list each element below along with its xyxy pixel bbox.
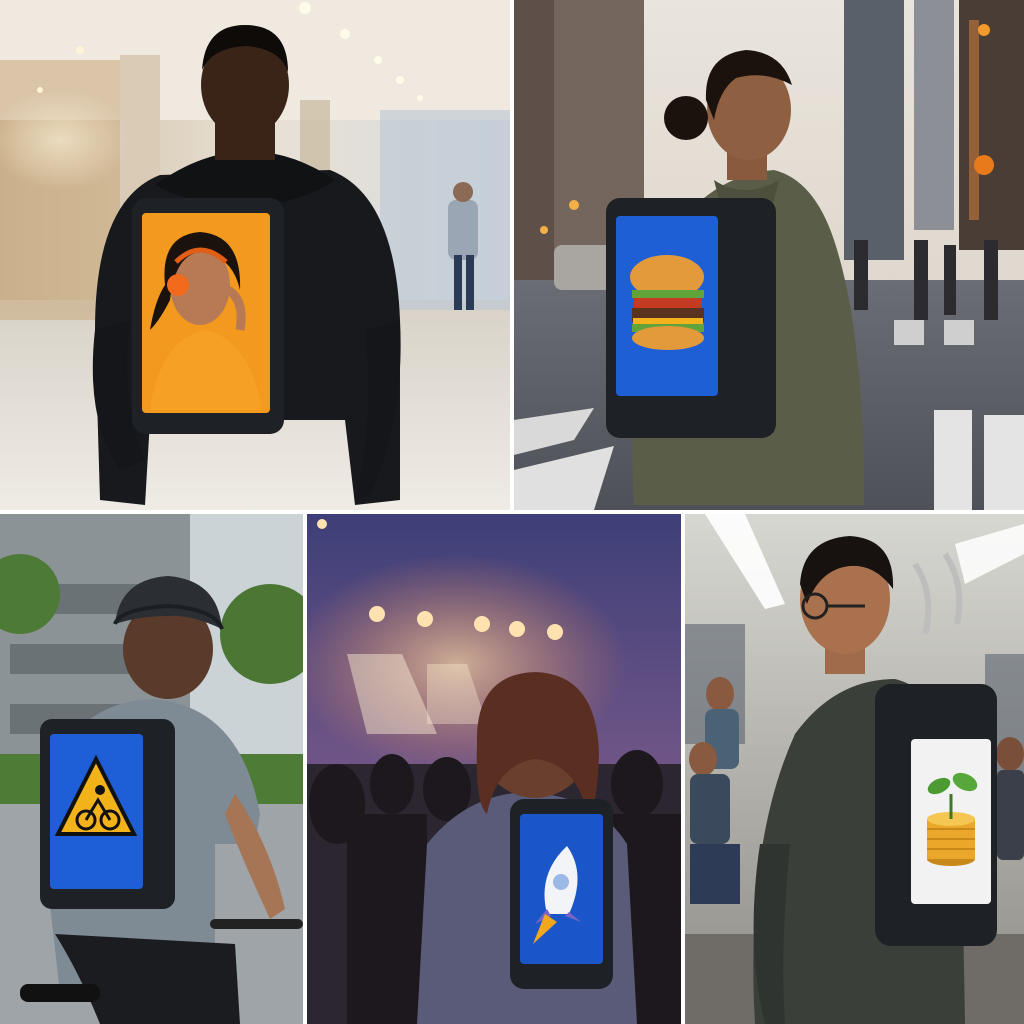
- street-scene: [514, 0, 1024, 510]
- panel-concert: [307, 514, 681, 1024]
- cyclist-scene: [0, 514, 303, 1024]
- photo-collage: [0, 0, 1024, 1024]
- mall-scene: [0, 0, 510, 510]
- panel-subway: [685, 514, 1024, 1024]
- panel-mall: [0, 0, 510, 510]
- subway-scene: [685, 514, 1024, 1024]
- panel-cyclist: [0, 514, 303, 1024]
- panel-street: [514, 0, 1024, 510]
- concert-scene: [307, 514, 681, 1024]
